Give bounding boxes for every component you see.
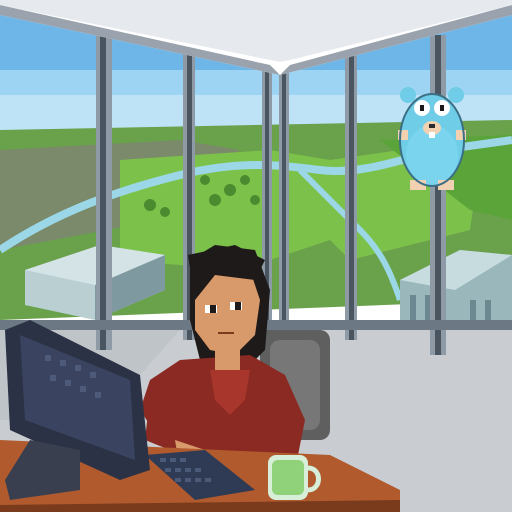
scene-canvas — [0, 0, 512, 512]
pixel-art-office-scene — [0, 0, 512, 512]
